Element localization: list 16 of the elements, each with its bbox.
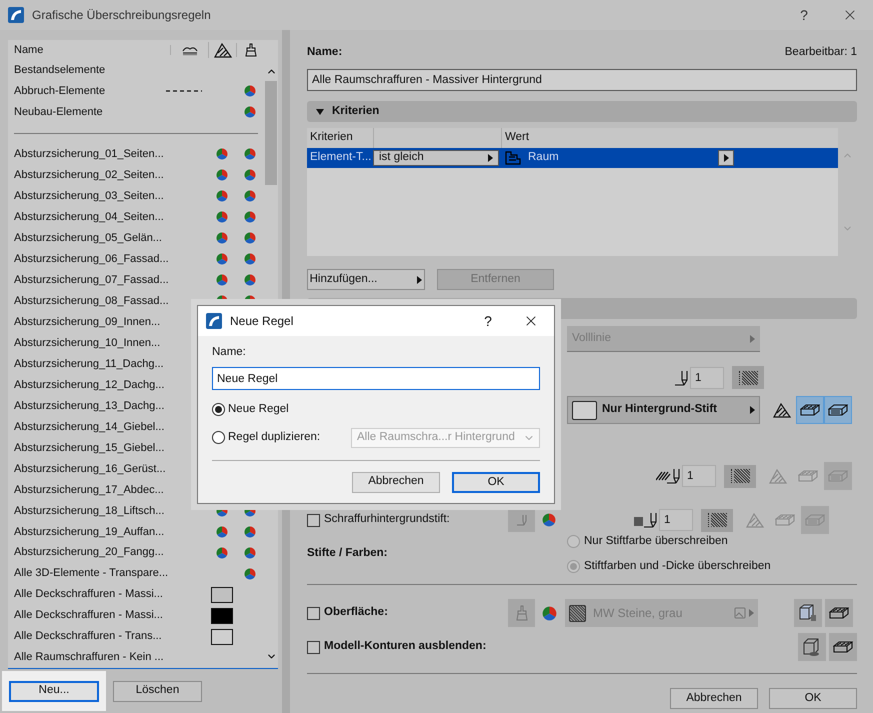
window-title: Grafische Überschreibungsregeln <box>32 7 212 24</box>
editable-count: Bearbeitbar: 1 <box>784 45 857 60</box>
table-cell-text: Element-T... <box>309 150 372 166</box>
checkbox-label: Oberfläche: <box>324 605 389 620</box>
section-title: Kriterien <box>332 104 380 119</box>
checkbox-label: Schraffurhintergrundstift: <box>324 512 451 528</box>
field-label: Stifte / Farben: <box>307 546 389 562</box>
radio-label: Stiftfarben und -Dicke überschreiben <box>584 558 771 574</box>
radio-label: Neue Regel <box>228 402 290 418</box>
checkbox-label: Modell-Konturen ausblenden: <box>324 639 488 654</box>
radio-label: Nur Stiftfarbe überschreiben <box>584 534 728 550</box>
field-label: Name: <box>307 45 342 60</box>
field-label: Name: <box>212 345 247 360</box>
radio-label: Regel duplizieren: <box>228 430 322 445</box>
dialog-title: Neue Regel <box>230 313 294 330</box>
table-cell-text: Raum <box>528 150 560 166</box>
